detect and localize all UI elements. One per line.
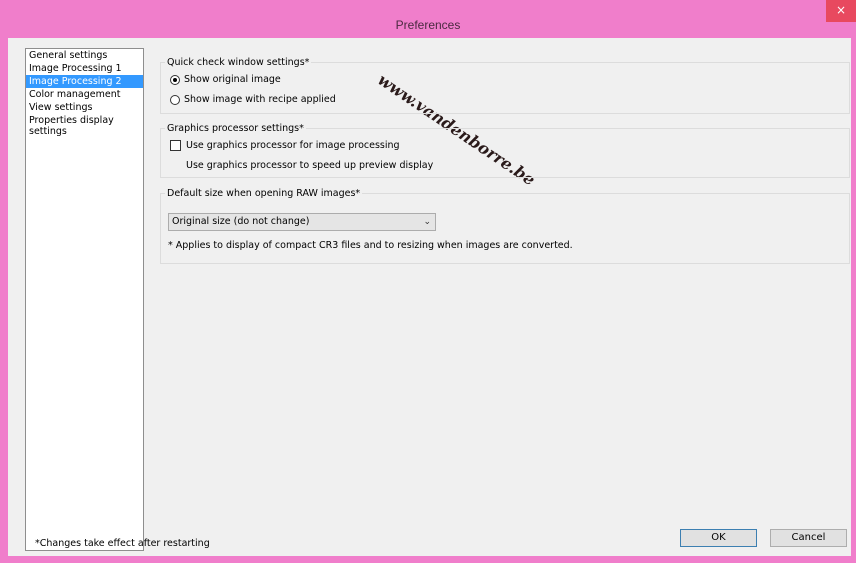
nav-item-general-settings[interactable]: General settings — [26, 49, 143, 62]
raw-size-label: Default size when opening RAW images* — [165, 188, 363, 199]
raw-size-note: * Applies to display of compact CR3 file… — [168, 240, 573, 251]
close-button[interactable]: × — [826, 0, 856, 22]
close-icon: × — [835, 3, 847, 17]
raw-size-selected-value: Original size (do not change) — [172, 216, 310, 227]
graphics-processor-label: Graphics processor settings* — [165, 123, 306, 134]
nav-item-view-settings[interactable]: View settings — [26, 101, 143, 114]
nav-item-color-management[interactable]: Color management — [26, 88, 143, 101]
radio-button-checked[interactable] — [170, 74, 180, 85]
gpu-checkbox[interactable] — [170, 140, 181, 151]
raw-size-dropdown[interactable]: Original size (do not change) ⌄ — [168, 213, 436, 231]
quick-check-group: Quick check window settings* Show origin… — [160, 57, 850, 114]
radio-label-show-original: Show original image — [184, 74, 281, 85]
radio-button-unchecked[interactable] — [170, 94, 180, 105]
raw-size-group: Default size when opening RAW images* Or… — [160, 188, 850, 264]
nav-item-properties-display-settings[interactable]: Properties display settings — [26, 114, 143, 138]
ok-button[interactable]: OK — [680, 529, 757, 547]
nav-item-image-processing-1[interactable]: Image Processing 1 — [26, 62, 143, 75]
window-title: Preferences — [395, 18, 461, 32]
nav-item-image-processing-2[interactable]: Image Processing 2 — [26, 75, 143, 88]
radio-show-original[interactable]: Show original image — [170, 74, 281, 85]
gpu-preview-text: Use graphics processor to speed up previ… — [186, 160, 433, 171]
restart-note: *Changes take effect after restarting — [35, 538, 210, 549]
title-bar[interactable]: Preferences × — [0, 0, 856, 38]
radio-show-recipe[interactable]: Show image with recipe applied — [170, 94, 336, 105]
chevron-down-icon: ⌄ — [423, 217, 431, 227]
gpu-checkbox-label: Use graphics processor for image process… — [186, 140, 400, 151]
graphics-processor-group: Graphics processor settings* Use graphic… — [160, 123, 850, 178]
radio-label-show-recipe: Show image with recipe applied — [184, 94, 336, 105]
preferences-window: Preferences × www.vandenborre.be General… — [0, 0, 856, 563]
cancel-button[interactable]: Cancel — [770, 529, 847, 547]
gpu-preview-label: Use graphics processor to speed up previ… — [186, 160, 434, 171]
quick-check-label: Quick check window settings* — [165, 57, 312, 68]
settings-category-list[interactable]: General settings Image Processing 1 Imag… — [25, 48, 144, 551]
gpu-checkbox-row[interactable]: Use graphics processor for image process… — [170, 140, 400, 151]
